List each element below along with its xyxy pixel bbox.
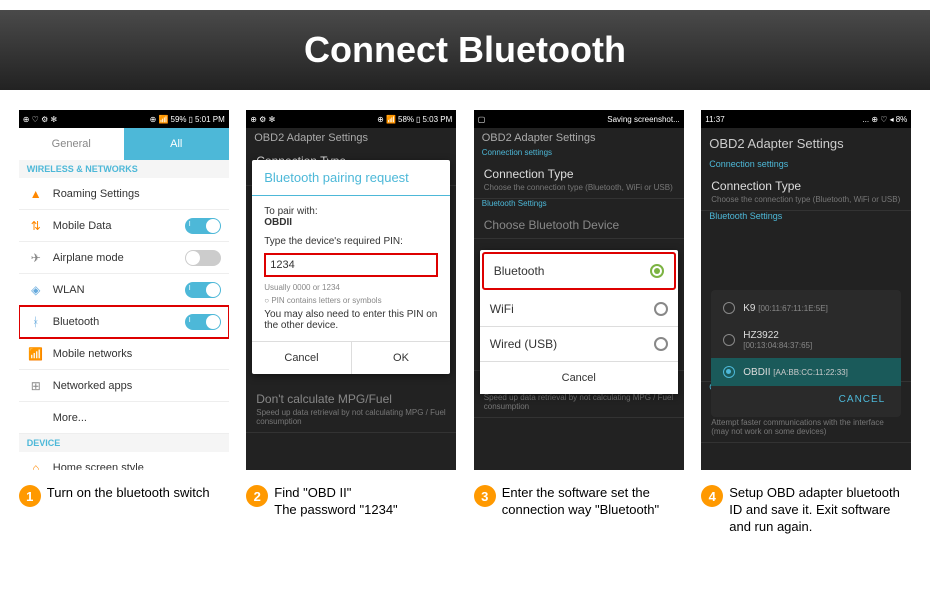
signal-icon: ⊕ 📶 [150, 115, 169, 124]
saving-icon: ▢ [478, 115, 486, 124]
dialog-body: To pair with: OBDII Type the device's re… [252, 196, 450, 341]
mobile-data-icon: ⇅ [27, 217, 45, 235]
mobile-data-switch[interactable]: I [185, 218, 221, 234]
cancel-button[interactable]: CANCEL [711, 386, 901, 413]
device-obdii[interactable]: OBDII [AA:BB:CC:11:22:33] [711, 358, 901, 386]
ok-button[interactable]: OK [352, 342, 451, 374]
conn-type-item[interactable]: Connection Type Choose the connection ty… [701, 173, 911, 211]
section-device: DEVICE [19, 434, 229, 452]
statusbar: ⊕ ⚙ ✻ ⊕ 📶 58% ▯ 5:03 PM [246, 110, 456, 128]
row-home-screen[interactable]: ⌂Home screen style [19, 452, 229, 470]
symbols-check[interactable]: ○ PIN contains letters or symbols [264, 296, 438, 305]
conn-settings-hdr: Connection settings [701, 159, 911, 173]
step-number: 1 [19, 485, 41, 507]
row-mobile-data[interactable]: ⇅Mobile DataI [19, 210, 229, 242]
row-mobile-networks[interactable]: 📶Mobile networks [19, 338, 229, 370]
section-wireless: WIRELESS & NETWORKS [19, 160, 229, 178]
option-bluetooth[interactable]: Bluetooth [482, 252, 676, 290]
step-2: 2Find "OBD II" The password "1234" [246, 485, 456, 536]
phones-row: ⊕ ♡ ⚙ ✻ ⊕ 📶 59% ▯ 5:01 PM General All WI… [0, 90, 930, 480]
airplane-switch[interactable] [185, 250, 221, 266]
row-roaming[interactable]: ▲Roaming Settings [19, 178, 229, 210]
step-4: 4Setup OBD adapter bluetooth ID and save… [701, 485, 911, 536]
row-wlan[interactable]: ◈WLANI [19, 274, 229, 306]
row-airplane[interactable]: ✈Airplane mode [19, 242, 229, 274]
row-bluetooth[interactable]: ᚼBluetoothI [19, 306, 229, 338]
option-wifi[interactable]: WiFi [480, 292, 678, 327]
device-hz3922[interactable]: HZ3922[00:13:04:84:37:65] [711, 322, 901, 358]
step-3: 3Enter the software set the connection w… [474, 485, 684, 536]
networked-apps-icon: ⊞ [27, 377, 45, 395]
battery-icon: ▯ [189, 115, 193, 124]
status-time: 11:37 [705, 115, 724, 124]
status-icons: ... ⊕ ♡ ◂ [862, 115, 893, 124]
bt-settings-hdr: Bluetooth Settings [701, 211, 911, 225]
statusbar: ▢ Saving screenshot... [474, 110, 684, 128]
step-number: 3 [474, 485, 496, 507]
saving-text: Saving screenshot... [607, 115, 679, 124]
dialog-buttons: Cancel OK [252, 341, 450, 374]
page-title: OBD2 Adapter Settings [474, 128, 684, 148]
conn-settings-hdr: Connection settings [474, 148, 684, 161]
tab-all[interactable]: All [124, 128, 229, 160]
mobile-networks-icon: 📶 [27, 345, 45, 363]
step-number: 4 [701, 485, 723, 507]
phone-4: 11:37 ... ⊕ ♡ ◂ 8% OBD2 Adapter Settings… [701, 110, 911, 470]
pin-input[interactable]: 1234 [264, 253, 438, 277]
status-icons-left: ⊕ ⚙ ✻ [250, 115, 275, 124]
banner-title: Connect Bluetooth [304, 29, 626, 71]
bluetooth-switch[interactable]: I [185, 314, 221, 330]
wifi-icon: ◈ [27, 281, 45, 299]
tab-general[interactable]: General [19, 128, 124, 160]
choose-bt-item: Choose Bluetooth Device [474, 212, 684, 239]
radio-icon [650, 264, 664, 278]
status-right: ⊕ 📶 59% ▯ 5:01 PM [150, 115, 225, 124]
hint: Usually 0000 or 1234 [264, 283, 438, 292]
status-right: ⊕ 📶 58% ▯ 5:03 PM [377, 115, 452, 124]
device-k9[interactable]: K9 [00:11:67:11:1E:5E] [711, 294, 901, 322]
option-wired[interactable]: Wired (USB) [480, 327, 678, 362]
step-1: 1Turn on the bluetooth switch [19, 485, 229, 536]
bluetooth-icon: ᚼ [27, 313, 45, 331]
device-dialog: K9 [00:11:67:11:1E:5E] HZ3922[00:13:04:8… [711, 290, 901, 417]
mpg-item[interactable]: Don't calculate MPG/Fuel Speed up data r… [246, 386, 456, 433]
conn-type-item[interactable]: Connection Type Choose the connection ty… [474, 161, 684, 199]
bt-settings-hdr: Bluetooth Settings [474, 199, 684, 212]
row-more[interactable]: More... [19, 402, 229, 434]
roaming-icon: ▲ [27, 185, 45, 203]
dialog-title: Bluetooth pairing request [252, 160, 450, 196]
home-icon: ⌂ [27, 459, 45, 471]
radio-icon [723, 334, 735, 346]
statusbar: 11:37 ... ⊕ ♡ ◂ 8% [701, 110, 911, 128]
tabs: General All [19, 128, 229, 160]
phone-1: ⊕ ♡ ⚙ ✻ ⊕ 📶 59% ▯ 5:01 PM General All WI… [19, 110, 229, 470]
statusbar: ⊕ ♡ ⚙ ✻ ⊕ 📶 59% ▯ 5:01 PM [19, 110, 229, 128]
device-name: OBDII [264, 217, 438, 228]
step-number: 2 [246, 485, 268, 507]
row-networked-apps[interactable]: ⊞Networked apps [19, 370, 229, 402]
phone-2: ⊕ ⚙ ✻ ⊕ 📶 58% ▯ 5:03 PM OBD2 Adapter Set… [246, 110, 456, 470]
wlan-switch[interactable]: I [185, 282, 221, 298]
battery-icon: ▯ [416, 115, 420, 124]
radio-icon [654, 337, 668, 351]
pairing-dialog: Bluetooth pairing request To pair with: … [252, 160, 450, 374]
status-icons-left: ⊕ ♡ ⚙ ✻ [23, 115, 57, 124]
page-title: OBD2 Adapter Settings [246, 128, 456, 148]
radio-icon [654, 302, 668, 316]
conn-type-dialog: Bluetooth WiFi Wired (USB) Cancel [480, 250, 678, 394]
banner: Connect Bluetooth [0, 10, 930, 90]
cancel-button[interactable]: Cancel [480, 362, 678, 394]
radio-icon [723, 302, 735, 314]
page-title: OBD2 Adapter Settings [701, 128, 911, 159]
steps-row: 1Turn on the bluetooth switch 2Find "OBD… [0, 480, 930, 541]
phone-3: ▢ Saving screenshot... OBD2 Adapter Sett… [474, 110, 684, 470]
status-right: ... ⊕ ♡ ◂ 8% [862, 115, 907, 124]
radio-icon [723, 366, 735, 378]
airplane-icon: ✈ [27, 249, 45, 267]
cancel-button[interactable]: Cancel [252, 342, 352, 374]
signal-icon: ⊕ 📶 [377, 115, 396, 124]
